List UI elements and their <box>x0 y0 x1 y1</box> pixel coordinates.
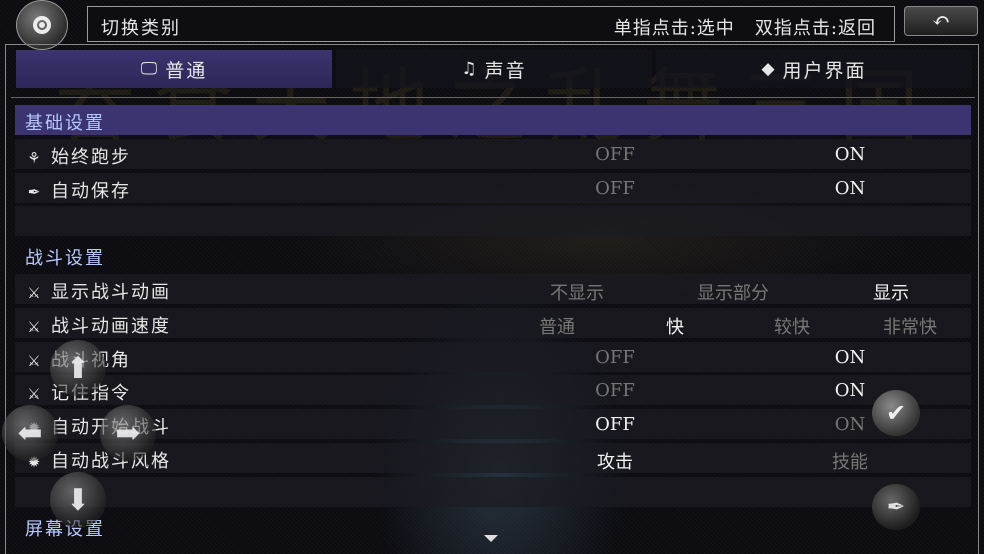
option-attack[interactable]: 攻击 <box>565 448 665 474</box>
option-normal[interactable]: 普通 <box>507 313 607 339</box>
back-arrow-icon: ↶ <box>931 8 951 34</box>
dpad-up-button[interactable]: ⬆ <box>50 340 106 396</box>
setting-row-always-run[interactable]: ⚘ 始终跑步 OFF ON <box>15 138 971 169</box>
setting-row-view-angle[interactable]: ⚔战斗视角 OFF ON <box>15 341 971 372</box>
arrow-left-icon: ⬅ <box>17 415 43 451</box>
runner-icon: ⚘ <box>27 148 43 167</box>
tab-ui[interactable]: ◆ 用户界面 <box>656 50 972 88</box>
arrow-right-icon: ➡ <box>115 415 141 451</box>
tag-icon: ◆ <box>761 59 777 79</box>
sword-icon: ⚔ <box>27 317 43 336</box>
quill-icon: ✒ <box>27 182 43 201</box>
monitor-icon: 🖵 <box>140 59 160 79</box>
setting-row-auto-save[interactable]: ✒ 自动保存 OFF ON <box>15 172 971 203</box>
option-off[interactable]: OFF <box>565 414 665 435</box>
option-hide[interactable]: 不显示 <box>527 279 627 305</box>
scroll-down-indicator[interactable] <box>484 535 498 542</box>
settings-panel: 🖵 普通 ♫ 声音 ◆ 用户界面 基础设置 ⚘ 始终跑步 OFF ON ✒ 自动保存… <box>5 44 979 554</box>
option-show[interactable]: 显示 <box>841 279 941 305</box>
option-faster[interactable]: 较快 <box>742 313 842 339</box>
setting-row-battle-anim[interactable]: ⚔ 显示战斗动画 不显示 显示部分 显示 <box>15 273 971 305</box>
lyre-icon: ♫ <box>461 59 479 79</box>
arrow-down-icon: ⬇ <box>65 482 91 518</box>
option-off[interactable]: OFF <box>565 347 665 368</box>
tab-label: 普通 <box>165 59 208 82</box>
empty-row <box>15 476 971 507</box>
feather-icon: ✒ <box>886 494 906 520</box>
setting-label: 显示战斗动画 <box>51 281 171 303</box>
option-on[interactable]: ON <box>800 144 900 165</box>
dpad-right-button[interactable]: ➡ <box>100 405 156 461</box>
option-partial[interactable]: 显示部分 <box>683 279 783 305</box>
setting-label: 战斗动画速度 <box>51 315 171 337</box>
setting-row-remember-cmd[interactable]: ⚔ 记住指令 OFF ON <box>15 375 971 406</box>
section-header-basic: 基础设置 <box>15 105 971 135</box>
option-on[interactable]: ON <box>800 178 900 199</box>
back-button[interactable]: ↶ <box>904 6 978 36</box>
option-off[interactable]: OFF <box>565 178 665 199</box>
dpad-left-button[interactable]: ⬅ <box>2 405 58 461</box>
menu-button[interactable] <box>16 0 68 50</box>
tab-label: 用户界面 <box>782 59 867 82</box>
header-title: 切换类别 <box>101 18 181 39</box>
sword-icon: ⚔ <box>27 351 43 370</box>
section-title: 战斗设置 <box>25 248 105 270</box>
category-tabs: 🖵 普通 ♫ 声音 ◆ 用户界面 <box>16 50 972 88</box>
dpad-down-button[interactable]: ⬇ <box>50 472 106 528</box>
setting-row-auto-style[interactable]: ✹ 自动战斗风格 攻击 技能 <box>15 442 971 474</box>
tab-label: 声音 <box>484 59 527 82</box>
setting-row-anim-speed[interactable]: ⚔ 战斗动画速度 普通 快 较快 非常快 <box>15 307 971 339</box>
tab-general[interactable]: 🖵 普通 <box>16 50 332 88</box>
option-very-fast[interactable]: 非常快 <box>860 313 960 339</box>
header-bar: 切换类别 单指点击:选中 双指点击:返回 <box>87 6 895 42</box>
arrow-up-icon: ⬆ <box>65 350 91 386</box>
empty-row <box>15 206 971 237</box>
check-icon: ✔ <box>885 399 907 427</box>
tab-sound[interactable]: ♫ 声音 <box>336 50 652 88</box>
section-header-battle: 战斗设置 <box>15 240 971 270</box>
option-on[interactable]: ON <box>800 347 900 368</box>
section-title: 基础设置 <box>25 113 105 134</box>
settings-ring-icon <box>33 16 51 34</box>
setting-row-auto-start[interactable]: ✹自动开始战斗 OFF ON <box>15 409 971 440</box>
settings-list: 基础设置 ⚘ 始终跑步 OFF ON ✒ 自动保存 OFF ON 战斗设置 ⚔ 显示战… <box>15 105 971 544</box>
option-skill[interactable]: 技能 <box>800 448 900 474</box>
setting-label: 始终跑步 <box>51 146 131 168</box>
sword-icon: ⚔ <box>27 283 43 302</box>
header-hint: 单指点击:选中 双指点击:返回 <box>613 18 876 39</box>
confirm-button[interactable]: ✔ <box>872 390 920 436</box>
sword-icon: ⚔ <box>27 385 43 404</box>
tab-divider <box>11 97 975 98</box>
option-off[interactable]: OFF <box>565 144 665 165</box>
setting-label: 自动保存 <box>51 180 131 202</box>
option-fast[interactable]: 快 <box>625 313 725 339</box>
feather-button[interactable]: ✒ <box>872 484 920 530</box>
option-off[interactable]: OFF <box>565 380 665 401</box>
